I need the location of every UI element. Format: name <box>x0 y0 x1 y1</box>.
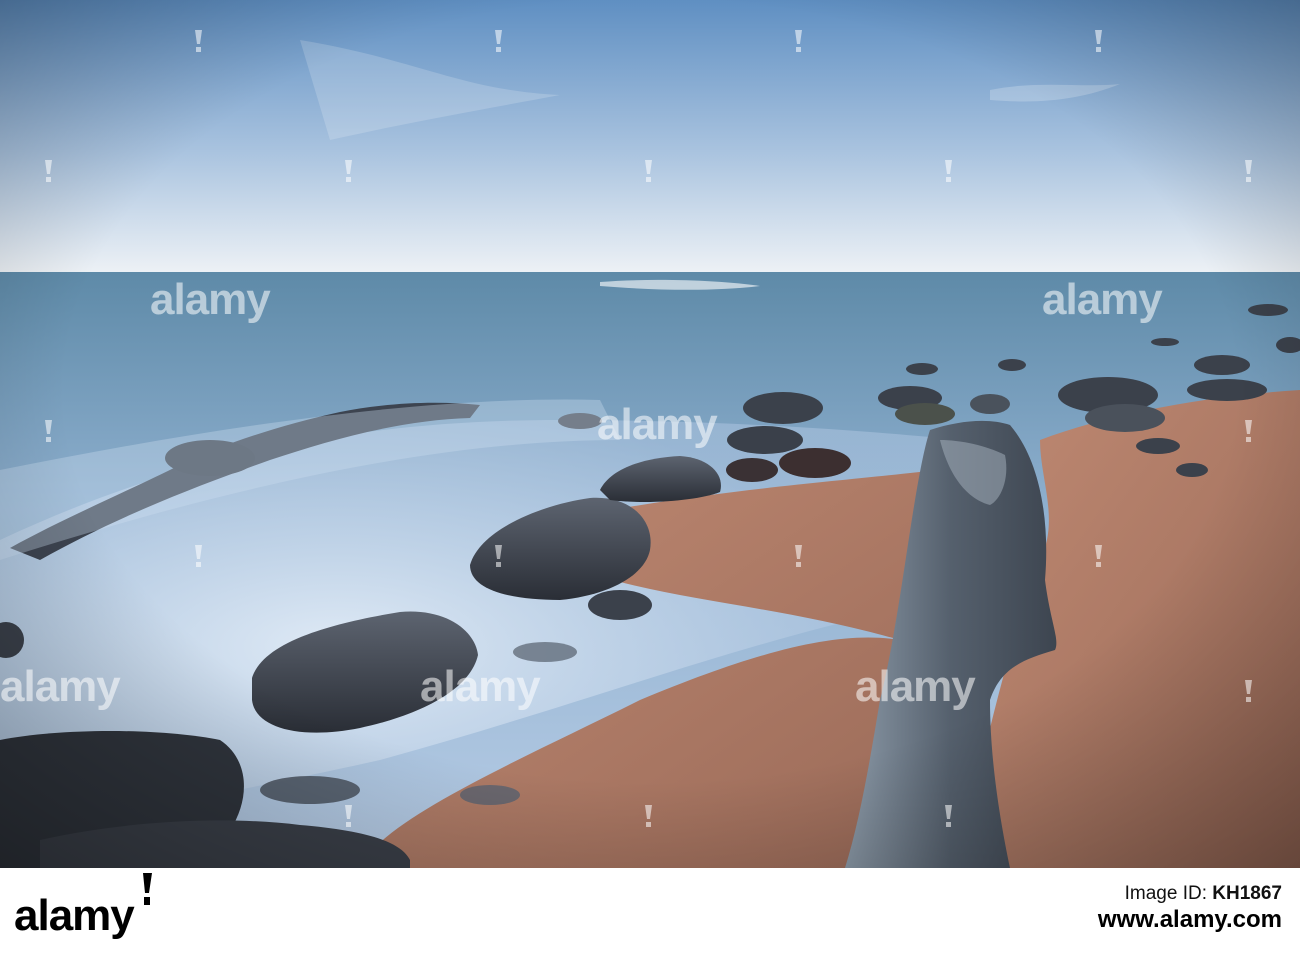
watermark-text: alamy <box>0 662 121 711</box>
watermark-mark-icon <box>1095 30 1102 52</box>
watermark-mark-icon <box>495 545 502 567</box>
watermark-text: alamy <box>1042 275 1163 324</box>
brand-logo[interactable]: alamy <box>14 894 135 938</box>
watermark-mark-icon <box>45 160 52 182</box>
image-id: KH1867 <box>1212 883 1282 904</box>
site-url[interactable]: www.alamy.com <box>1098 906 1282 934</box>
image-meta: Image ID: KH1867 www.alamy.com <box>1098 882 1282 934</box>
watermark-mark-icon <box>195 30 202 52</box>
watermark-mark-icon <box>1245 680 1252 702</box>
watermark-mark-icon <box>345 160 352 182</box>
image-id-line: Image ID: KH1867 <box>1098 882 1282 906</box>
image-id-label: Image ID: <box>1124 883 1207 904</box>
watermark-mark-icon <box>795 30 802 52</box>
watermark-text: alamy <box>855 662 976 711</box>
watermark-mark-icon <box>645 805 652 827</box>
stock-photo-page: alamy alamy alamy alamy alamy alamy alam… <box>0 0 1300 956</box>
watermark-mark-icon <box>195 545 202 567</box>
watermark-mark-icon <box>1245 160 1252 182</box>
watermark-text: alamy <box>597 400 718 449</box>
watermark-text: alamy <box>150 275 271 324</box>
seascape-photo: alamy alamy alamy alamy alamy alamy <box>0 0 1300 868</box>
watermark-mark-icon <box>345 805 352 827</box>
watermark-mark-icon <box>645 160 652 182</box>
footer-bar: alamy Image ID: KH1867 www.alamy.com <box>0 868 1300 956</box>
watermark-mark-icon <box>945 160 952 182</box>
watermark-mark-icon <box>495 30 502 52</box>
watermark-mark-icon <box>1095 545 1102 567</box>
brand-mark-icon <box>143 873 152 905</box>
watermark-mark-icon <box>795 545 802 567</box>
watermark-mark-icon <box>945 805 952 827</box>
watermark-text: alamy <box>420 662 541 711</box>
watermark-mark-icon <box>45 420 52 442</box>
watermark-mark-icon <box>1245 420 1252 442</box>
